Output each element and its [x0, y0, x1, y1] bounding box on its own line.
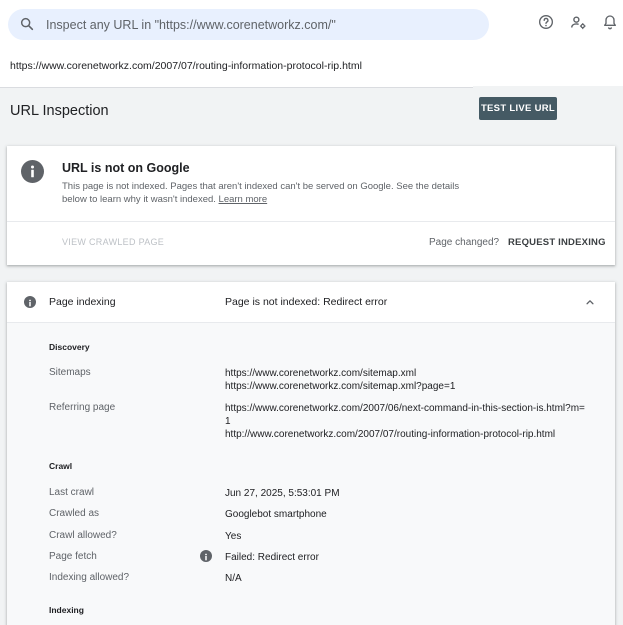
crawled-as-value: Googlebot smartphone	[225, 509, 327, 520]
crawl-allowed-label: Crawl allowed?	[49, 530, 117, 541]
page-indexing-label: Page indexing	[49, 296, 116, 308]
sitemap-link[interactable]: https://www.corenetworkz.com/sitemap.xml…	[225, 380, 455, 393]
card-divider	[7, 221, 615, 222]
indexing-allowed-label: Indexing allowed?	[49, 572, 130, 583]
view-crawled-page-button[interactable]: VIEW CRAWLED PAGE	[62, 237, 164, 247]
referring-page-label: Referring page	[49, 402, 116, 413]
indexing-allowed-value: N/A	[225, 573, 242, 584]
divider	[473, 86, 623, 88]
info-icon	[24, 296, 36, 308]
search-icon	[20, 17, 34, 31]
manage-accounts-icon[interactable]	[568, 12, 588, 32]
page-fetch-value: Failed: Redirect error	[225, 552, 319, 563]
indexing-heading: Indexing	[49, 605, 84, 615]
last-crawl-label: Last crawl	[49, 487, 95, 498]
inspected-url-bar: https://www.corenetworkz.com/2007/07/rou…	[0, 48, 623, 88]
page-indexing-details: Discovery Sitemaps https://www.corenetwo…	[7, 323, 615, 625]
referring-page-link[interactable]: http://www.corenetworkz.com/2007/07/rout…	[225, 428, 555, 441]
crawl-allowed-value: Yes	[225, 531, 242, 542]
info-icon	[21, 160, 44, 183]
page-indexing-card: Page indexing Page is not indexed: Redir…	[7, 282, 615, 625]
discovery-heading: Discovery	[49, 342, 90, 352]
url-inspection-search[interactable]	[8, 9, 489, 40]
request-indexing-button[interactable]: REQUEST INDEXING	[508, 237, 606, 248]
status-description: This page is not indexed. Pages that are…	[62, 180, 462, 206]
top-bar	[0, 0, 623, 48]
crawl-heading: Crawl	[49, 461, 73, 471]
search-input[interactable]	[46, 9, 476, 40]
page-title: URL Inspection	[10, 103, 109, 119]
crawled-as-label: Crawled as	[49, 508, 100, 519]
inspected-url: https://www.corenetworkz.com/2007/07/rou…	[10, 60, 362, 72]
page-changed-label: Page changed?	[429, 237, 500, 248]
page-fetch-label: Page fetch	[49, 551, 97, 562]
referring-page-link[interactable]: https://www.corenetworkz.com/2007/06/nex…	[225, 402, 585, 415]
info-icon[interactable]	[200, 550, 212, 562]
notifications-icon[interactable]	[600, 12, 620, 32]
chevron-up-icon[interactable]	[583, 295, 597, 309]
page-indexing-status: Page is not indexed: Redirect error	[225, 296, 388, 308]
referring-page-link-continued[interactable]: 1	[225, 415, 231, 428]
status-title: URL is not on Google	[62, 161, 190, 175]
last-crawl-value: Jun 27, 2025, 5:53:01 PM	[225, 488, 340, 499]
sitemap-link[interactable]: https://www.corenetworkz.com/sitemap.xml	[225, 367, 416, 380]
url-status-card: URL is not on Google This page is not in…	[7, 146, 615, 265]
learn-more-link[interactable]: Learn more	[219, 194, 268, 205]
test-live-url-button[interactable]: TEST LIVE URL	[479, 97, 557, 120]
help-icon[interactable]	[536, 12, 556, 32]
sitemaps-label: Sitemaps	[49, 367, 91, 378]
page-indexing-header[interactable]: Page indexing Page is not indexed: Redir…	[7, 282, 615, 323]
